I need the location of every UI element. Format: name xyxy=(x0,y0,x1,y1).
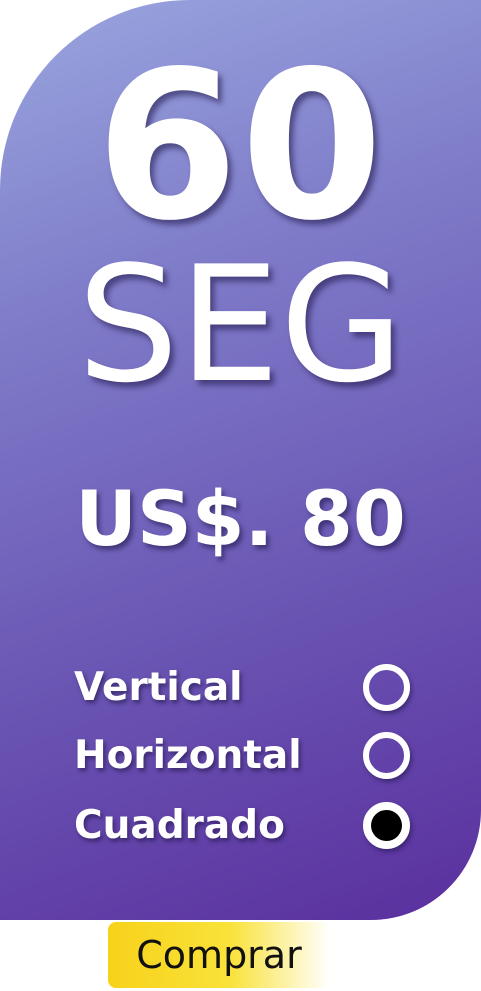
option-label: Vertical xyxy=(74,664,243,710)
radio-selected-dot xyxy=(371,809,402,841)
option-horizontal[interactable]: Horizontal xyxy=(74,727,414,783)
pricing-card: 60 SEG US$. 80 Vertical Horizontal Cuadr… xyxy=(0,0,481,920)
radio-cuadrado[interactable] xyxy=(363,801,410,849)
buy-button[interactable]: Comprar xyxy=(108,922,330,988)
option-label: Cuadrado xyxy=(74,802,285,848)
radio-vertical[interactable] xyxy=(363,663,410,711)
option-vertical[interactable]: Vertical xyxy=(74,659,414,715)
radio-horizontal[interactable] xyxy=(363,731,410,779)
duration-unit: SEG xyxy=(77,231,404,418)
duration-value: 60 xyxy=(95,28,386,266)
price-label: US$. 80 xyxy=(75,474,406,563)
option-cuadrado[interactable]: Cuadrado xyxy=(74,797,414,853)
option-label: Horizontal xyxy=(74,732,302,778)
